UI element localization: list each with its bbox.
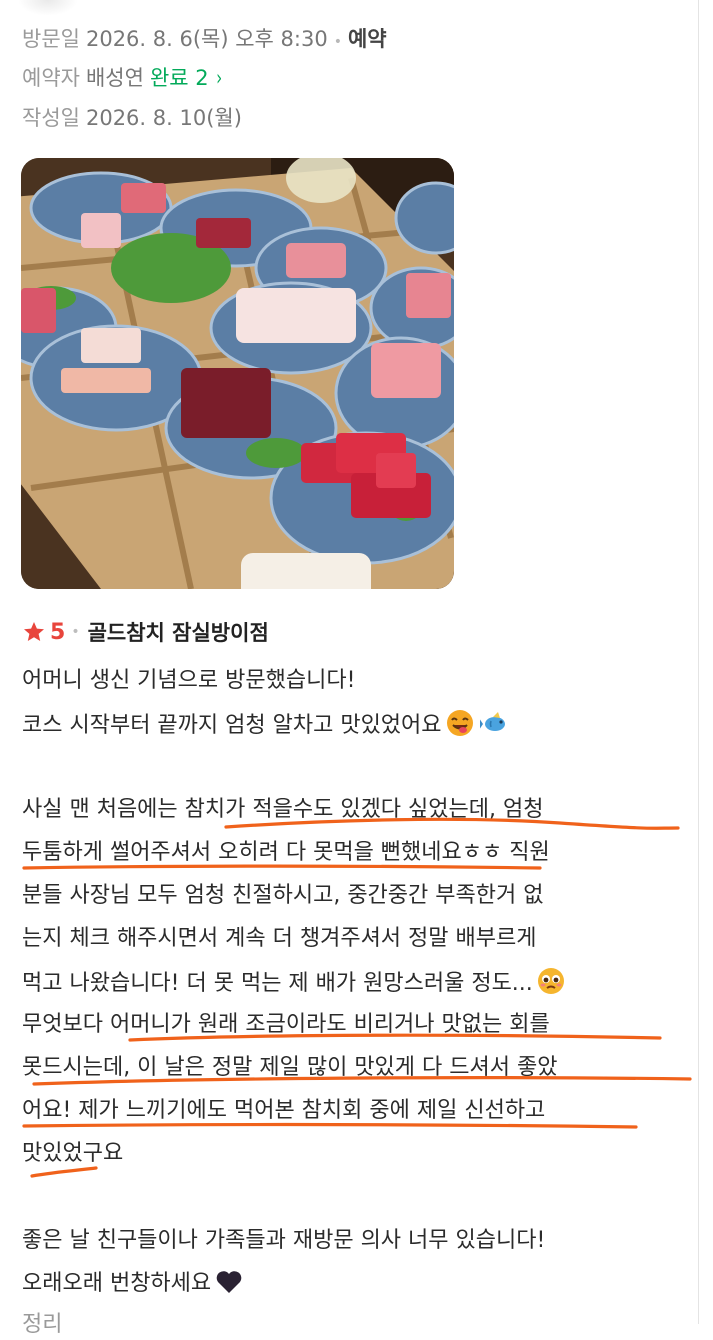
review-line-with-emoji: 코스 시작부터 끝까지 엄청 알차고 맛있었어요 <box>22 709 510 741</box>
visit-date-label: 방문일 <box>22 27 80 51</box>
right-divider <box>698 0 699 1324</box>
review-photo[interactable] <box>21 158 454 589</box>
underline-mark <box>30 1166 98 1178</box>
visit-date-row: 방문일 2026. 8. 6(목) 오후 8:30 • 예약 <box>22 25 387 56</box>
reservation-status-text: 완료 2 <box>149 66 209 90</box>
review-line: 분들 사장님 모두 엄청 친절하시고, 중간중간 부족한거 없 <box>22 883 544 908</box>
rating-score: 5 <box>50 619 66 645</box>
review-line: 사실 맨 처음에는 참치가 적을수도 있겠다 싶었는데, 엄청 <box>22 797 544 822</box>
review-line: 어요! 제가 느끼기에도 먹어본 참치회 중에 제일 신선하고 <box>22 1098 546 1123</box>
top-shadow <box>18 0 78 16</box>
written-date-value: 2026. 8. 10(월) <box>85 106 242 130</box>
reserver-label: 예약자 <box>22 66 80 90</box>
tuna-platter-image <box>21 158 454 589</box>
visit-date-value: 2026. 8. 6(목) 오후 8:30 <box>85 27 328 51</box>
rating-row: 5 • 골드참치 잠실방이점 <box>22 616 269 648</box>
review-line: 무엇보다 어머니가 원래 조금이라도 비리거나 맛없는 회를 <box>22 1012 550 1037</box>
star-icon <box>24 622 44 641</box>
review-line-text: 먹고 나왔습니다! 더 못 먹는 제 배가 원망스러울 정도... <box>22 971 533 996</box>
pleading-face-emoji <box>537 968 564 994</box>
reserver-name: 배성연 <box>85 66 144 90</box>
visit-type: 예약 <box>347 27 387 51</box>
savoring-face-emoji <box>446 710 473 736</box>
reserver-row: 예약자 배성연 완료 2 › <box>22 64 223 92</box>
reservation-status-link[interactable]: 완료 2 › <box>150 66 223 90</box>
review-line: 는지 체크 해주시면서 계속 더 챙겨주셔서 정말 배부르게 <box>22 926 537 951</box>
review-line-text: 코스 시작부터 끝까지 엄청 알차고 맛있었어요 <box>22 713 442 738</box>
written-date-row: 작성일 2026. 8. 10(월) <box>22 104 242 132</box>
review-line: 맛있었구요 <box>22 1141 124 1166</box>
store-name[interactable]: 골드참치 잠실방이점 <box>88 617 269 647</box>
review-line: 좋은 날 친구들이나 가족들과 재방문 의사 너무 있습니다! <box>22 1228 546 1253</box>
chevron-right-icon: › <box>215 66 222 90</box>
fish-emoji <box>479 712 505 731</box>
separator-dot: • <box>71 624 80 640</box>
black-heart-emoji <box>216 1271 242 1293</box>
review-line-cut: 정리 <box>22 1312 63 1337</box>
separator-dot: • <box>333 34 342 50</box>
review-line-with-emoji: 먹고 나왔습니다! 더 못 먹는 제 배가 원망스러울 정도... <box>22 967 565 999</box>
review-line-text: 오래오래 번창하세요 <box>22 1271 212 1296</box>
review-line: 두툼하게 썰어주셔서 오히려 다 못먹을 뻔했네요ㅎㅎ 직원 <box>22 840 550 865</box>
review-line-with-emoji: 오래오래 번창하세요 <box>22 1269 243 1299</box>
written-date-label: 작성일 <box>22 106 80 130</box>
review-line: 못드시는데, 이 날은 정말 제일 많이 맛있게 다 드셔서 좋았 <box>22 1055 558 1080</box>
review-line: 어머니 생신 기념으로 방문했습니다! <box>22 668 356 693</box>
